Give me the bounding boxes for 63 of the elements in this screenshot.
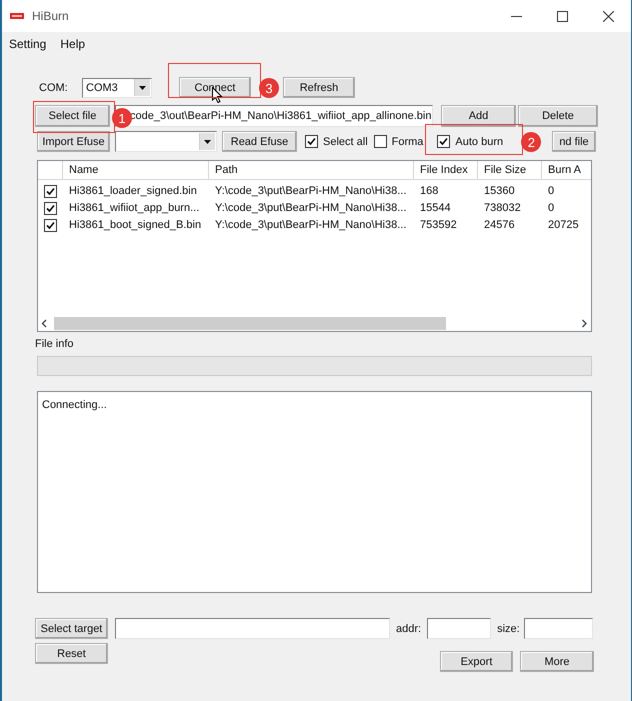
table-cell: Y:\code_3\put\BearPi-HM_Nano\Hi38... <box>215 218 406 230</box>
column-header[interactable]: File Size <box>478 161 542 179</box>
table-cell: 15544 <box>420 202 451 214</box>
target-field[interactable] <box>115 618 390 639</box>
dropdown-arrow-icon <box>204 140 211 144</box>
table-cell: Hi3861_wifiiot_app_burn... <box>69 202 200 214</box>
callout-badge: 2 <box>521 132 542 152</box>
menu-item[interactable]: Setting <box>9 37 46 57</box>
checkbox[interactable] <box>374 135 387 148</box>
select-file-button[interactable]: Select file <box>35 105 110 127</box>
addr-label: addr: <box>396 622 422 634</box>
file-list-table[interactable] <box>37 160 592 332</box>
scrollbar-thumb[interactable] <box>54 317 446 330</box>
table-cell: 20725 <box>548 218 579 230</box>
table-cell: 168 <box>420 184 438 196</box>
close-icon[interactable] <box>602 10 614 22</box>
import-efuse-button[interactable]: Import Efuse <box>37 131 110 152</box>
addr-field[interactable] <box>427 618 492 639</box>
checkbox-label: Forma <box>392 136 424 148</box>
more-button[interactable]: More <box>520 651 594 672</box>
add-button[interactable]: Add <box>441 105 516 127</box>
maximize-icon[interactable] <box>556 10 568 22</box>
table-cell: 0 <box>548 202 554 214</box>
table-cell: Y:\code_3\put\BearPi-HM_Nano\Hi38... <box>215 184 406 196</box>
menu-item[interactable]: Help <box>60 37 86 57</box>
dropdown-arrow-icon <box>139 86 146 90</box>
table-cell: 15360 <box>484 184 515 196</box>
read-efuse-button[interactable]: Read Efuse <box>222 131 297 152</box>
size-label: size: <box>497 622 520 634</box>
checkbox[interactable] <box>44 202 57 214</box>
efuse-dropdown[interactable] <box>115 131 217 152</box>
checkbox[interactable] <box>437 135 450 148</box>
table-cell: Y:\code_3\put\BearPi-HM_Nano\Hi38... <box>215 202 406 214</box>
checkbox[interactable] <box>44 184 57 198</box>
table-cell: 0 <box>548 184 554 196</box>
checkbox-label: Select all <box>323 136 368 148</box>
column-header[interactable]: File Index <box>414 161 478 179</box>
refresh-button[interactable]: Refresh <box>283 77 355 98</box>
column-header[interactable]: Name <box>63 161 209 179</box>
callout-badge: 3 <box>259 78 279 98</box>
column-header[interactable]: Burn A <box>542 161 591 179</box>
callout-badge: 1 <box>112 108 132 128</box>
file-info-label: File info <box>35 338 74 350</box>
checkbox[interactable] <box>305 135 318 148</box>
checkbox-label: Auto burn <box>455 136 504 148</box>
log-text: Connecting... <box>42 399 107 411</box>
column-header[interactable]: Path <box>209 161 414 179</box>
table-cell: 738032 <box>484 202 521 214</box>
size-field[interactable] <box>524 618 593 639</box>
table-cell: Hi3861_loader_signed.bin <box>69 184 197 196</box>
delete-button[interactable]: Delete <box>518 105 598 127</box>
select-target-button[interactable]: Select target <box>35 618 108 639</box>
app-logo-icon <box>10 13 24 19</box>
export-button[interactable]: Export <box>440 651 513 672</box>
table-cell: 24576 <box>484 218 515 230</box>
com-dropdown[interactable]: COM3 <box>82 78 152 98</box>
window-title: HiBurn <box>32 9 70 23</box>
checkbox[interactable] <box>44 218 57 232</box>
table-cell: 753592 <box>420 218 457 230</box>
com-label: COM: <box>39 82 69 94</box>
table-cell: Hi3861_boot_signed_B.bin <box>69 218 202 230</box>
reset-button[interactable]: Reset <box>35 643 108 664</box>
send-file-button[interactable]: nd file <box>552 131 596 152</box>
